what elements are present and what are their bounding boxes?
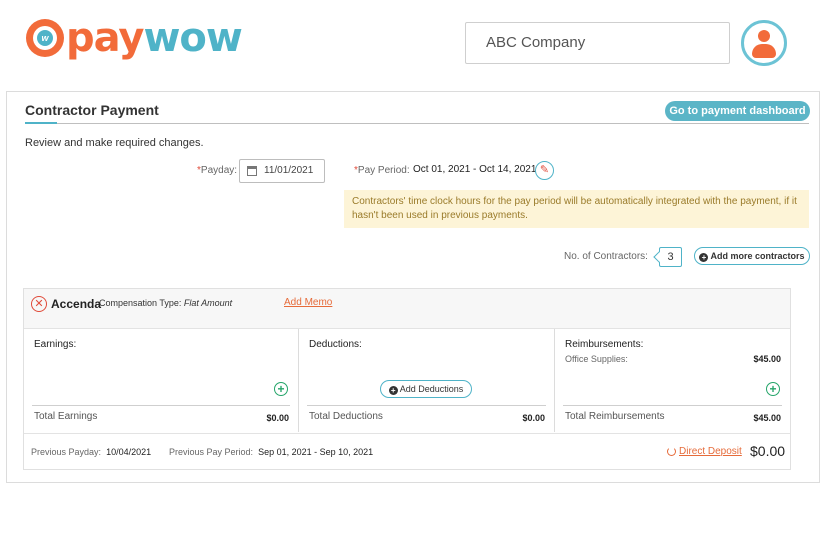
deductions-divider [307,405,546,406]
contractor-payment-card: Contractor Payment Go to payment dashboa… [6,91,820,483]
title-divider [25,123,809,124]
previous-payday-label: Previous Payday: [31,447,102,457]
previous-pay-period: Previous Pay Period: Sep 01, 2021 - Sep … [169,447,373,457]
logo-wordmark: paywow [66,15,243,61]
previous-period-value: Sep 01, 2021 - Sep 10, 2021 [258,447,374,457]
calendar-icon [247,166,257,176]
total-deductions-label: Total Deductions [309,411,383,422]
reimbursements-divider [563,405,782,406]
time-clock-notice: Contractors' time clock hours for the pa… [344,190,809,228]
earnings-divider [32,405,290,406]
direct-deposit-link[interactable]: Direct Deposit [679,446,742,457]
contractor-entry-header: ✕ Accenda Compensation Type: Flat Amount… [24,289,790,329]
add-more-contractors-button[interactable]: + Add more contractors [694,247,810,265]
total-earnings-label: Total Earnings [34,411,98,422]
add-reimbursement-plus-icon[interactable]: + [766,382,780,396]
previous-period-label: Previous Pay Period: [169,447,254,457]
earnings-title: Earnings: [34,339,77,350]
logo-wow: wow [143,15,242,61]
pay-period-label-text: Pay Period: [357,165,410,176]
add-memo-link[interactable]: Add Memo [284,297,332,308]
review-instruction: Review and make required changes. [25,137,204,149]
compensation-type: Compensation Type: Flat Amount [99,298,232,308]
logo-pay: pay [66,15,144,61]
deductions-title: Deductions: [309,339,362,350]
contractor-entry-footer: Previous Payday: 10/04/2021 Previous Pay… [24,433,790,469]
payday-value: 11/01/2021 [264,165,314,176]
payday-date-input[interactable]: 11/01/2021 [239,159,325,183]
net-payment-amount: $0.00 [750,443,786,459]
reimbursements-title: Reimbursements: [565,339,644,350]
compensation-value: Flat Amount [183,298,233,308]
pay-period-label: *Pay Period: [354,165,410,176]
previous-payday: Previous Payday: 10/04/2021 [31,447,151,457]
contractor-name: Accenda [51,297,102,311]
compensation-label: Compensation Type: [99,298,182,308]
add-deductions-button[interactable]: + Add Deductions [380,380,472,398]
plus-icon: + [699,253,709,262]
reimbursements-column: Reimbursements: Office Supplies: $45.00 … [555,329,790,432]
reimbursement-item-value: $45.00 [753,354,781,364]
paywow-logo-mark: w [26,19,64,57]
total-deductions-value: $0.00 [522,413,545,423]
reimbursement-item-label: Office Supplies: [565,354,628,364]
contractors-count-label: No. of Contractors: [564,251,648,262]
add-deductions-label: Add Deductions [399,384,464,394]
earnings-column: Earnings: + Total Earnings $0.00 [24,329,299,432]
plus-icon: + [388,386,398,395]
refresh-icon[interactable] [667,447,676,456]
paywow-logo[interactable]: w paywow [26,15,243,61]
close-circle-icon[interactable]: ✕ [31,296,47,312]
total-reimbursements-label: Total Reimbursements [565,411,665,422]
total-earnings-value: $0.00 [266,413,289,423]
add-contractors-label: Add more contractors [710,251,805,261]
contractors-count-badge: 3 [659,247,682,267]
previous-payday-value: 10/04/2021 [106,447,152,457]
page-title: Contractor Payment [25,102,159,118]
user-avatar-icon[interactable] [741,20,787,66]
deductions-column: Deductions: + Add Deductions Total Deduct… [299,329,555,432]
company-selector[interactable]: ABC Company [465,22,730,64]
title-accent [25,122,57,124]
payday-label-text: Payday: [200,165,238,176]
payday-label: *Payday: [197,165,237,176]
logo-mark-letter: w [37,30,53,46]
pay-period-value: Oct 01, 2021 - Oct 14, 2021 [413,164,537,175]
contractor-entry: ✕ Accenda Compensation Type: Flat Amount… [23,288,791,470]
total-reimbursements-value: $45.00 [753,413,781,423]
pencil-icon[interactable]: ✎ [535,161,554,180]
add-earning-plus-icon[interactable]: + [274,382,288,396]
go-to-dashboard-button[interactable]: Go to payment dashboard [665,101,810,121]
